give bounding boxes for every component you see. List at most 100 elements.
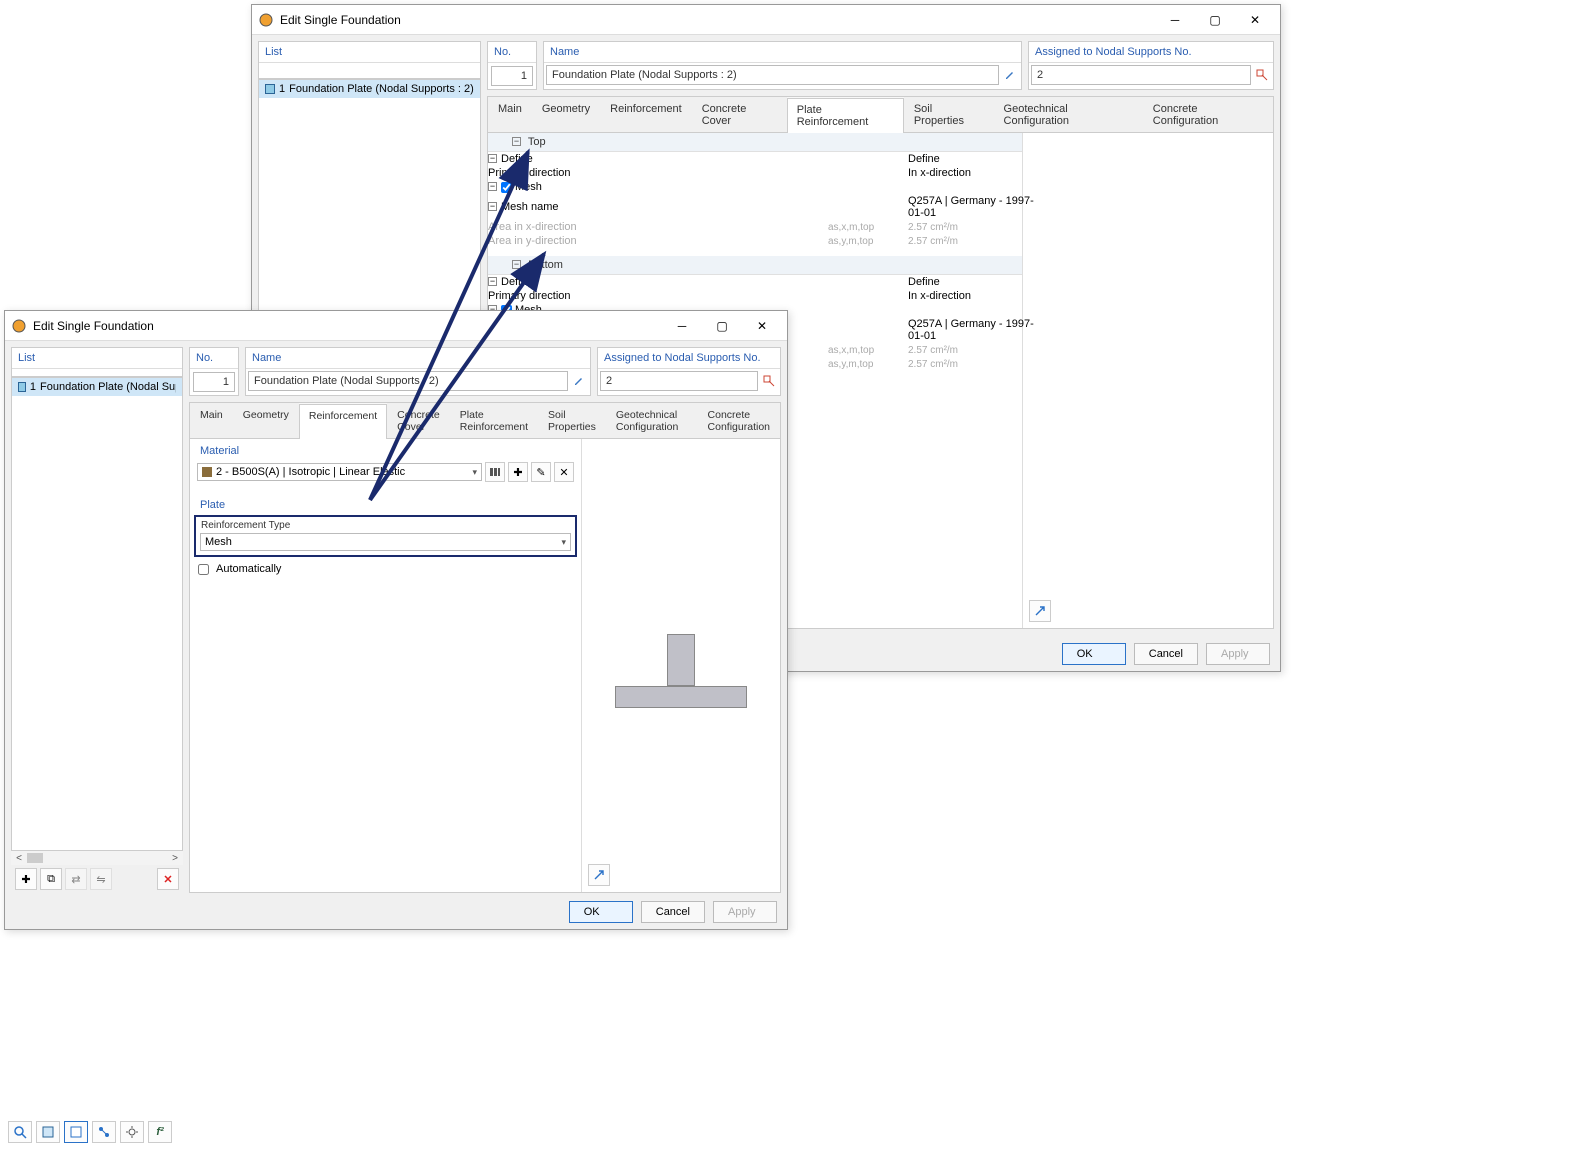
material-library-icon[interactable]: [485, 462, 505, 482]
tab-concrete-cover[interactable]: Concrete Cover: [692, 97, 787, 132]
no-field[interactable]: 1: [491, 66, 533, 86]
link-icon[interactable]: ⇄: [65, 868, 87, 890]
grid-icon[interactable]: [36, 1121, 60, 1143]
horizontal-scrollbar[interactable]: < >: [11, 851, 183, 865]
name-field[interactable]: Foundation Plate (Nodal Supports : 2): [546, 65, 999, 85]
material-delete-icon[interactable]: ✕: [554, 462, 574, 482]
settings-icon[interactable]: [120, 1121, 144, 1143]
list-items[interactable]: 1 Foundation Plate (Nodal Supports : 2): [11, 377, 183, 851]
tab-soil-properties[interactable]: Soil Properties: [904, 97, 994, 132]
expand-panel-icon[interactable]: [588, 864, 610, 886]
item-swatch-icon: [18, 382, 26, 392]
tab-main[interactable]: Main: [488, 97, 532, 132]
tab-geometry[interactable]: Geometry: [532, 97, 600, 132]
pick-nodes-icon[interactable]: [1253, 66, 1271, 84]
automatically-option[interactable]: Automatically: [194, 557, 577, 581]
pick-nodes-icon[interactable]: [760, 372, 778, 390]
minimize-button[interactable]: ─: [1156, 8, 1194, 32]
list-toolbar: ✚ ⧉ ⇄ ⇋ ✕: [11, 865, 183, 893]
cancel-button[interactable]: Cancel: [1134, 643, 1198, 665]
tab-plate-reinforcement[interactable]: Plate Reinforcement: [787, 98, 904, 133]
assign-header: Assigned to Nodal Supports No.: [1029, 42, 1273, 63]
edit-name-icon[interactable]: [1001, 66, 1019, 84]
tab-reinforcement[interactable]: Reinforcement: [600, 97, 692, 132]
list-header: List: [259, 42, 480, 63]
tab-soil-properties[interactable]: Soil Properties: [538, 403, 606, 438]
status-toolbar: f²: [8, 1121, 172, 1143]
collapse-icon[interactable]: −: [512, 260, 521, 269]
section-top[interactable]: − Top: [488, 133, 1022, 152]
material-header: Material: [194, 439, 577, 459]
minimize-button[interactable]: ─: [663, 314, 701, 338]
cancel-button[interactable]: Cancel: [641, 901, 705, 923]
function-icon[interactable]: f²: [148, 1121, 172, 1143]
tab-main[interactable]: Main: [190, 403, 233, 438]
scroll-right-icon[interactable]: >: [169, 853, 181, 864]
apply-button[interactable]: Apply: [713, 901, 777, 923]
maximize-button[interactable]: ▢: [1196, 8, 1234, 32]
collapse-icon[interactable]: −: [488, 182, 497, 191]
apply-button[interactable]: Apply: [1206, 643, 1270, 665]
tabs: Main Geometry Reinforcement Concrete Cov…: [488, 97, 1273, 133]
ok-button[interactable]: OK: [1062, 643, 1126, 665]
mesh-top-checkbox[interactable]: [501, 182, 512, 193]
chevron-down-icon: ▾: [472, 467, 477, 478]
section-bottom[interactable]: − Bottom: [488, 256, 1022, 275]
ok-button[interactable]: OK: [569, 901, 633, 923]
search-icon[interactable]: [8, 1121, 32, 1143]
list-item[interactable]: 1 Foundation Plate (Nodal Supports : 2): [12, 378, 182, 396]
name-header: Name: [544, 42, 1021, 63]
footing-shape: [615, 686, 747, 708]
edit-name-icon[interactable]: [570, 372, 588, 390]
name-field[interactable]: Foundation Plate (Nodal Supports : 2): [248, 371, 568, 391]
tab-concrete-config[interactable]: Concrete Configuration: [1143, 97, 1273, 132]
tab-geotech-config[interactable]: Geotechnical Configuration: [994, 97, 1143, 132]
close-button[interactable]: ✕: [743, 314, 781, 338]
automatically-checkbox[interactable]: [198, 564, 209, 575]
list-item-text: Foundation Plate (Nodal Supports : 2): [289, 83, 474, 95]
tab-geometry[interactable]: Geometry: [233, 403, 299, 438]
material-value: 2 - B500S(A) | Isotropic | Linear Elasti…: [216, 466, 405, 478]
window-title: Edit Single Foundation: [33, 319, 663, 333]
tab-reinforcement[interactable]: Reinforcement: [299, 404, 387, 439]
close-button[interactable]: ✕: [1236, 8, 1274, 32]
maximize-button[interactable]: ▢: [703, 314, 741, 338]
expand-panel-icon[interactable]: [1029, 600, 1051, 622]
chevron-down-icon: ▾: [561, 537, 566, 548]
material-select[interactable]: 2 - B500S(A) | Isotropic | Linear Elasti…: [197, 463, 482, 481]
item-swatch-icon: [265, 84, 275, 94]
nodes-icon[interactable]: [92, 1121, 116, 1143]
scroll-left-icon[interactable]: <: [13, 853, 25, 864]
assign-field[interactable]: 2: [600, 371, 758, 391]
collapse-icon[interactable]: −: [488, 154, 497, 163]
titlebar[interactable]: Edit Single Foundation ─ ▢ ✕: [5, 311, 787, 341]
assign-field[interactable]: 2: [1031, 65, 1251, 85]
surface-icon[interactable]: [64, 1121, 88, 1143]
collapse-icon[interactable]: −: [488, 277, 497, 286]
list-item[interactable]: 1 Foundation Plate (Nodal Supports : 2): [259, 80, 480, 98]
app-icon: [258, 12, 274, 28]
reinforcement-type-value: Mesh: [205, 536, 232, 548]
titlebar[interactable]: Edit Single Foundation ─ ▢ ✕: [252, 5, 1280, 35]
delete-item-icon[interactable]: ✕: [157, 868, 179, 890]
tab-concrete-config[interactable]: Concrete Configuration: [698, 403, 780, 438]
material-edit-icon[interactable]: ✎: [531, 462, 551, 482]
tab-geotech-config[interactable]: Geotechnical Configuration: [606, 403, 698, 438]
tab-concrete-cover[interactable]: Concrete Cover: [387, 403, 450, 438]
collapse-icon[interactable]: −: [488, 202, 497, 211]
assign-header: Assigned to Nodal Supports No.: [598, 348, 780, 369]
reinforcement-type-select[interactable]: Mesh ▾: [200, 533, 571, 551]
reinforcement-type-label: Reinforcement Type: [196, 517, 575, 533]
new-item-icon[interactable]: ✚: [15, 868, 37, 890]
list-item-num: 1: [279, 83, 285, 95]
material-new-icon[interactable]: ✚: [508, 462, 528, 482]
material-swatch-icon: [202, 467, 212, 477]
duplicate-item-icon[interactable]: ⧉: [40, 868, 62, 890]
no-header: No.: [190, 348, 238, 369]
scroll-thumb[interactable]: [27, 853, 43, 863]
collapse-icon[interactable]: −: [512, 137, 521, 146]
no-field[interactable]: 1: [193, 372, 235, 392]
unlink-icon[interactable]: ⇋: [90, 868, 112, 890]
tab-plate-reinforcement[interactable]: Plate Reinforcement: [450, 403, 538, 438]
side-panel: [1023, 133, 1273, 628]
